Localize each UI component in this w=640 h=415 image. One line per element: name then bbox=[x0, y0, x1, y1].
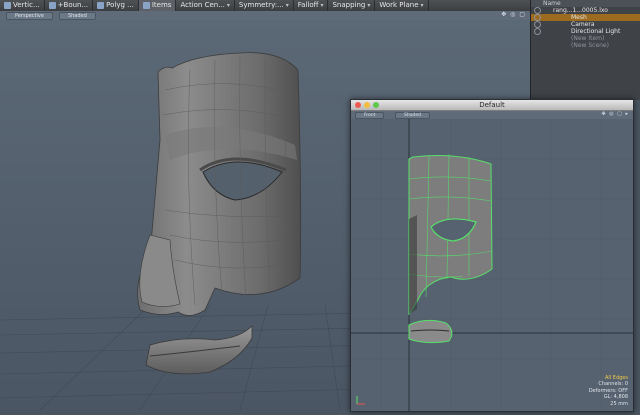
view-type-tab[interactable]: Front bbox=[355, 112, 385, 119]
toolbar-action-center-dropdown[interactable]: Action Cen... ▾ bbox=[176, 0, 235, 11]
window-title: Default bbox=[479, 101, 505, 109]
item-light-row[interactable]: Directional Light bbox=[531, 28, 640, 35]
item-list-panel: Name rang...1...0005.lxo Mesh Camera Dir… bbox=[530, 0, 640, 100]
axis-gizmo-icon bbox=[356, 396, 365, 405]
chevron-down-icon: ▾ bbox=[420, 2, 424, 9]
front-scene bbox=[351, 119, 633, 411]
viewport-nav-icons[interactable]: ✥ ◎ ▢ bbox=[501, 11, 526, 18]
front-viewport[interactable]: All Edges Channels: 0 Deformers: OFF GL:… bbox=[351, 119, 633, 411]
visibility-eye-icon[interactable] bbox=[534, 21, 541, 28]
visibility-eye-icon[interactable] bbox=[534, 14, 541, 21]
items-icon bbox=[142, 2, 150, 9]
shading-mode-tab[interactable]: Shaded bbox=[58, 11, 96, 20]
vertices-icon bbox=[4, 2, 11, 9]
visibility-eye-icon[interactable] bbox=[534, 7, 541, 14]
viewport-nav-icons[interactable]: ✥ ◎ ▢ ▸ bbox=[601, 111, 629, 117]
lips-mesh bbox=[145, 325, 253, 375]
shading-mode-tab[interactable]: Shaded bbox=[395, 112, 430, 119]
toolbar-falloff-dropdown[interactable]: Falloff ▾ bbox=[294, 0, 329, 11]
item-mesh-row[interactable]: Mesh bbox=[531, 14, 640, 21]
toolbar-items-button[interactable]: Items bbox=[138, 0, 177, 11]
chevron-down-icon: ▾ bbox=[226, 2, 230, 9]
item-list-header: Name bbox=[531, 0, 640, 7]
chevron-down-icon: ▾ bbox=[320, 2, 324, 9]
toolbar-edges-button[interactable]: +Boun... bbox=[45, 0, 94, 11]
new-scene-row[interactable]: (New Scene) bbox=[531, 42, 640, 49]
toolbar-symmetry-dropdown[interactable]: Symmetry:... ▾ bbox=[235, 0, 294, 11]
default-viewport-window: Default Front Shaded ✥ ◎ ▢ ▸ All Edges C… bbox=[350, 99, 634, 412]
front-lips-mesh bbox=[408, 319, 453, 344]
viewport-status-info: All Edges Channels: 0 Deformers: OFF GL:… bbox=[589, 375, 628, 408]
grid-scale-label: 25 mm bbox=[610, 400, 628, 407]
edges-icon bbox=[48, 2, 56, 9]
visibility-eye-icon[interactable] bbox=[534, 28, 541, 35]
toolbar-snapping-dropdown[interactable]: Snapping ▾ bbox=[328, 0, 376, 11]
view-type-tab[interactable]: Perspective bbox=[6, 11, 53, 20]
new-item-row[interactable]: (New Item) bbox=[531, 35, 640, 42]
polygons-icon bbox=[97, 2, 105, 9]
item-camera-row[interactable]: Camera bbox=[531, 21, 640, 28]
toolbar-polygons-button[interactable]: Polyg ... bbox=[93, 0, 139, 11]
item-scene-row[interactable]: rang...1...0005.lxo bbox=[531, 7, 640, 14]
chevron-down-icon: ▾ bbox=[367, 2, 371, 9]
toolbar-vertices-button[interactable]: Vertic... bbox=[0, 0, 45, 11]
toolbar-work-plane-dropdown[interactable]: Work Plane ▾ bbox=[375, 0, 429, 11]
window-title-bar[interactable]: Default bbox=[351, 100, 633, 111]
chevron-down-icon: ▾ bbox=[285, 2, 289, 9]
